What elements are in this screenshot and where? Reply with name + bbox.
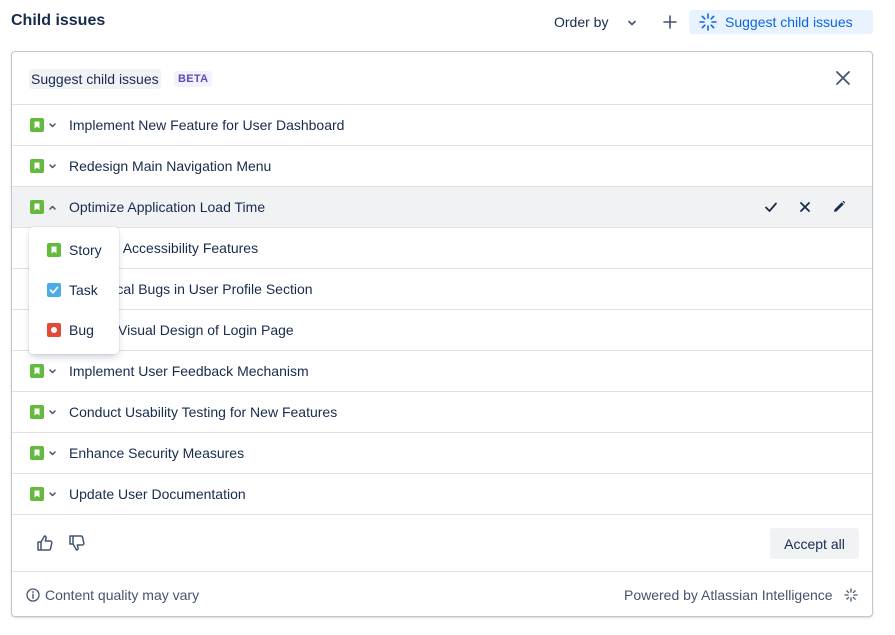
issue-type-option-task[interactable]: Task [29, 269, 119, 309]
edit-pencil-icon[interactable] [831, 199, 847, 215]
accept-all-button[interactable]: Accept all [770, 528, 859, 559]
story-icon[interactable] [30, 487, 44, 501]
issue-summary[interactable]: Optimize Application Load Time [69, 199, 265, 215]
option-label: Bug [69, 322, 94, 338]
issue-summary[interactable]: Update User Documentation [69, 486, 246, 502]
powered-by-text: Powered by Atlassian Intelligence [624, 587, 833, 603]
suggested-issue-row[interactable]: Implement User Feedback Mechanism [12, 351, 872, 392]
issue-summary[interactable]: Redesign Main Navigation Menu [69, 158, 271, 174]
story-icon[interactable] [30, 364, 44, 378]
thumbs-up-icon[interactable] [36, 534, 54, 552]
story-icon [47, 243, 61, 257]
issue-type-option-story[interactable]: Story [29, 229, 119, 269]
child-issues-header: Child issues Order by Suggest child issu… [0, 0, 895, 44]
suggested-issue-row[interactable]: Fix Critical Bugs in User Profile Sectio… [12, 269, 872, 310]
story-icon[interactable] [30, 159, 44, 173]
chevron-down-icon[interactable] [48, 490, 57, 499]
beta-badge: BETA [174, 71, 213, 87]
story-icon[interactable] [30, 446, 44, 460]
issue-type-dropdown: Story Task Bug [29, 227, 119, 354]
bug-icon [47, 323, 61, 337]
chevron-down-icon[interactable] [48, 367, 57, 376]
suggested-issue-row[interactable]: Implement New Feature for User Dashboard [12, 105, 872, 146]
story-icon[interactable] [30, 118, 44, 132]
suggested-issue-row[interactable]: Update Visual Design of Login Page [12, 310, 872, 351]
suggested-issue-row[interactable]: Enhance Security Measures [12, 433, 872, 474]
panel-footer: Accept all [12, 515, 872, 572]
chevron-down-icon[interactable] [48, 408, 57, 417]
ai-sparkle-icon [699, 13, 717, 31]
issue-summary[interactable]: Conduct Usability Testing for New Featur… [69, 404, 337, 420]
suggested-issue-row[interactable]: Conduct Usability Testing for New Featur… [12, 392, 872, 433]
chevron-down-icon[interactable] [48, 162, 57, 171]
thumbs-down-icon[interactable] [68, 534, 86, 552]
issue-summary[interactable]: Implement New Feature for User Dashboard [69, 117, 344, 133]
panel-title: Suggest child issues [29, 69, 161, 89]
suggested-issue-row[interactable]: Redesign Main Navigation Menu [12, 146, 872, 187]
option-label: Story [69, 242, 102, 258]
issue-type-option-bug[interactable]: Bug [29, 309, 119, 349]
issue-summary[interactable]: Enhance Security Measures [69, 445, 244, 461]
suggested-issue-row[interactable]: Update User Documentation [12, 474, 872, 515]
suggest-button-label: Suggest child issues [725, 14, 853, 30]
chevron-down-icon[interactable] [48, 121, 57, 130]
chevron-up-icon[interactable] [48, 203, 57, 212]
chevron-down-icon[interactable] [48, 449, 57, 458]
page-title: Child issues [11, 12, 106, 29]
chevron-down-icon[interactable] [626, 17, 638, 29]
order-by-button[interactable]: Order by [554, 14, 608, 30]
story-icon[interactable] [30, 200, 44, 214]
issue-summary[interactable]: Implement User Feedback Mechanism [69, 363, 309, 379]
discard-x-icon[interactable] [797, 199, 813, 215]
task-icon [47, 283, 61, 297]
panel-header: Suggest child issues BETA [12, 52, 872, 105]
suggest-child-issues-button[interactable]: Suggest child issues [689, 10, 873, 34]
add-child-issue-button[interactable] [660, 12, 680, 32]
info-bar: Content quality may vary Powered by Atla… [12, 573, 872, 617]
close-icon[interactable] [834, 69, 852, 87]
story-icon[interactable] [30, 405, 44, 419]
suggest-child-issues-panel: Suggest child issues BETA Implement New … [11, 51, 873, 617]
info-icon [26, 588, 40, 602]
suggested-issue-row-selected[interactable]: Optimize Application Load Time [12, 187, 872, 228]
option-label: Task [69, 282, 98, 298]
content-quality-note: Content quality may vary [45, 587, 200, 603]
suggested-issue-row[interactable]: Improve Accessibility Features [12, 228, 872, 269]
ai-sparkle-icon [844, 588, 858, 602]
accept-check-icon[interactable] [763, 199, 779, 215]
